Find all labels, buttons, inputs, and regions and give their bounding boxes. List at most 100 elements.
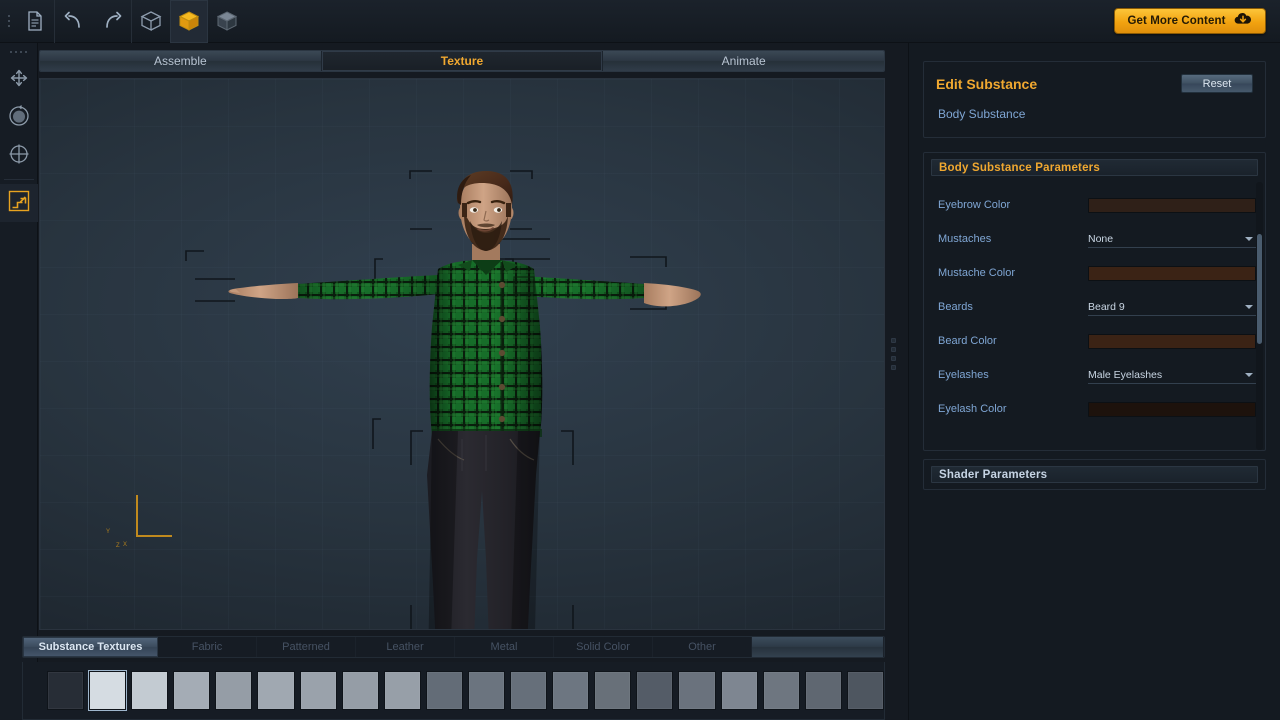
undo-arrow-icon[interactable] xyxy=(55,0,93,43)
sidebar-item-rotate-tool[interactable] xyxy=(0,99,38,137)
parameter-control xyxy=(1088,334,1256,349)
library-swatch-14[interactable] xyxy=(636,671,673,710)
parameter-control xyxy=(1088,198,1256,213)
dropdown-value: Beard 9 xyxy=(1088,301,1125,313)
top-toolbar: Get More Content xyxy=(0,0,1280,43)
rail-grip-icon[interactable] xyxy=(0,43,37,61)
cube-shaded-icon[interactable] xyxy=(208,0,246,43)
library-tab-other[interactable]: Other xyxy=(653,637,752,657)
library-swatch-10[interactable] xyxy=(468,671,505,710)
chevron-down-icon xyxy=(1245,305,1253,309)
library-tab-overflow[interactable] xyxy=(752,637,884,657)
main-tab-bar: Assemble Texture Animate xyxy=(39,50,885,72)
parameter-row-eyebrow-color: Eyebrow Color xyxy=(924,188,1265,222)
library-tab-patterned[interactable]: Patterned xyxy=(257,637,356,657)
library-swatch-strip xyxy=(22,662,885,720)
tab-texture[interactable]: Texture xyxy=(322,51,604,71)
parameter-control xyxy=(1088,266,1256,281)
application-window: Get More Content xyxy=(0,0,1280,720)
parameter-scrollbar[interactable] xyxy=(1256,182,1263,450)
crosshair-target-icon xyxy=(7,142,31,171)
3d-viewport[interactable]: Y Z X xyxy=(39,78,885,630)
page-title: Edit Substance xyxy=(936,76,1037,92)
color-swatch-eyelash[interactable] xyxy=(1088,402,1256,417)
library-swatch-4[interactable] xyxy=(215,671,252,710)
viewport-scene: Y Z X xyxy=(40,79,884,629)
cube-wireframe-icon[interactable] xyxy=(132,0,170,43)
section-header-shader[interactable]: Shader Parameters xyxy=(931,466,1258,483)
sidebar-item-scale-tool[interactable] xyxy=(0,137,38,175)
parameter-label: Mustache Color xyxy=(938,267,1088,279)
tab-animate[interactable]: Animate xyxy=(603,51,884,71)
character-model[interactable] xyxy=(40,79,885,630)
left-tool-rail xyxy=(0,43,38,720)
library-swatch-17[interactable] xyxy=(763,671,800,710)
axis-label-y: Y xyxy=(106,529,110,535)
library-tab-solid-color[interactable]: Solid Color xyxy=(554,637,653,657)
get-more-content-button[interactable]: Get More Content xyxy=(1114,8,1266,34)
dropdown-eyelashes[interactable]: Male Eyelashes xyxy=(1088,366,1256,384)
axis-gizmo: Y Z X xyxy=(98,495,158,551)
library-swatch-3[interactable] xyxy=(173,671,210,710)
library-swatch-18[interactable] xyxy=(805,671,842,710)
sidebar-item-move-tool[interactable] xyxy=(0,61,38,99)
library-swatch-6[interactable] xyxy=(300,671,337,710)
parameter-label: Mustaches xyxy=(938,233,1088,245)
color-swatch-mustache[interactable] xyxy=(1088,266,1256,281)
library-tab-leather[interactable]: Leather xyxy=(356,637,455,657)
library-swatch-9[interactable] xyxy=(426,671,463,710)
cloud-download-icon xyxy=(1233,11,1253,31)
parameter-label: Eyebrow Color xyxy=(938,199,1088,211)
axis-label-x: X xyxy=(123,542,127,548)
edit-substance-header: Edit Substance Reset xyxy=(924,62,1265,99)
library-swatch-2[interactable] xyxy=(131,671,168,710)
file-document-icon[interactable] xyxy=(16,0,54,43)
rotate-circle-icon xyxy=(7,104,31,133)
library-swatch-12[interactable] xyxy=(552,671,589,710)
section-header-body-substance[interactable]: Body Substance Parameters xyxy=(931,159,1258,176)
parameter-control: None xyxy=(1088,230,1256,248)
parameter-row-eyelash-color: Eyelash Color xyxy=(924,392,1265,426)
parameter-row-eyelashes: Eyelashes Male Eyelashes xyxy=(924,358,1265,392)
library-swatch-15[interactable] xyxy=(678,671,715,710)
parameter-label: Eyelashes xyxy=(938,369,1088,381)
drag-handle-dots-icon xyxy=(891,338,896,370)
library-swatch-7[interactable] xyxy=(342,671,379,710)
tab-assemble[interactable]: Assemble xyxy=(40,51,322,71)
library-swatch-8[interactable] xyxy=(384,671,421,710)
parameter-label: Beard Color xyxy=(938,335,1088,347)
rail-divider xyxy=(4,179,34,180)
get-more-content-label: Get More Content xyxy=(1127,15,1225,27)
four-way-move-icon xyxy=(8,67,30,94)
sidebar-item-transform-gizmo-tool[interactable] xyxy=(0,184,38,222)
library-swatch-1[interactable] xyxy=(89,671,126,710)
library-tab-bar: Substance Textures Fabric Patterned Leat… xyxy=(22,636,885,658)
library-swatch-19[interactable] xyxy=(847,671,884,710)
library-swatch-0[interactable] xyxy=(47,671,84,710)
toolbar-grip-icon[interactable] xyxy=(2,0,16,43)
library-swatch-16[interactable] xyxy=(721,671,758,710)
reset-button[interactable]: Reset xyxy=(1181,74,1253,93)
chevron-down-icon xyxy=(1245,237,1253,241)
library-tab-substance-textures[interactable]: Substance Textures xyxy=(23,637,158,657)
cube-solid-icon[interactable] xyxy=(170,0,208,43)
library-tab-metal[interactable]: Metal xyxy=(455,637,554,657)
color-swatch-eyebrow[interactable] xyxy=(1088,198,1256,213)
scrollbar-thumb[interactable] xyxy=(1257,234,1262,344)
redo-arrow-icon[interactable] xyxy=(93,0,131,43)
dropdown-beards[interactable]: Beard 9 xyxy=(1088,298,1256,316)
substance-name-label: Body Substance xyxy=(924,99,1265,137)
parameter-label: Eyelash Color xyxy=(938,403,1088,415)
axis-gizmo-x-line xyxy=(136,535,172,537)
dropdown-mustaches[interactable]: None xyxy=(1088,230,1256,248)
section-title: Shader Parameters xyxy=(939,469,1047,481)
panel-divider-handle[interactable] xyxy=(886,78,900,630)
parameter-row-mustache-color: Mustache Color xyxy=(924,256,1265,290)
color-swatch-beard[interactable] xyxy=(1088,334,1256,349)
parameter-control: Male Eyelashes xyxy=(1088,366,1256,384)
library-swatch-13[interactable] xyxy=(594,671,631,710)
library-tab-fabric[interactable]: Fabric xyxy=(158,637,257,657)
section-title: Body Substance Parameters xyxy=(939,162,1100,174)
library-swatch-11[interactable] xyxy=(510,671,547,710)
library-swatch-5[interactable] xyxy=(257,671,294,710)
